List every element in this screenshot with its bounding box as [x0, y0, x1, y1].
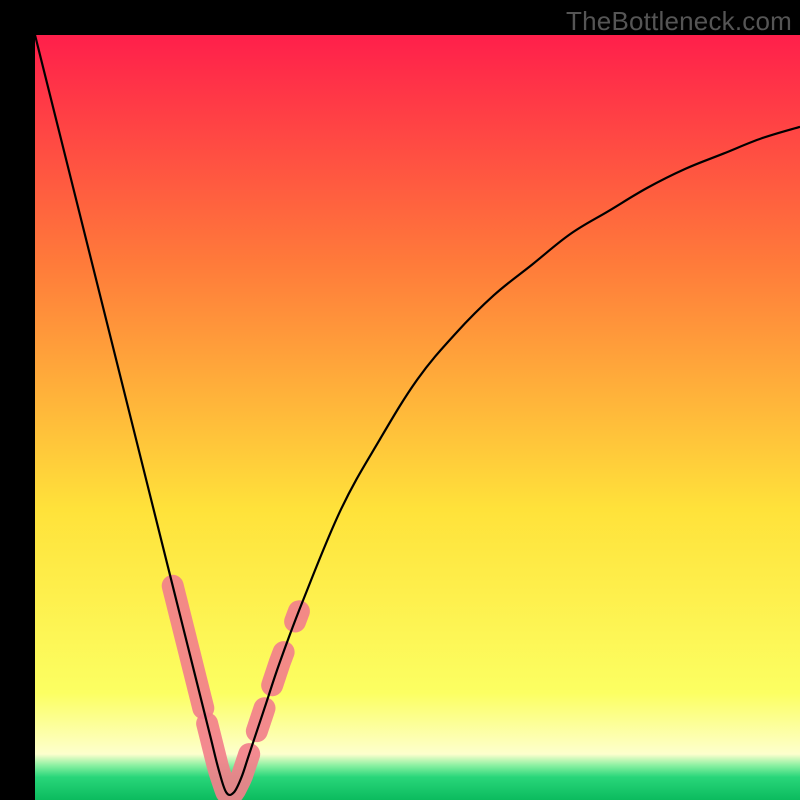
plot-area: [35, 35, 800, 800]
chart-svg: [35, 35, 800, 800]
watermark-text: TheBottleneck.com: [566, 6, 792, 37]
chart-container: TheBottleneck.com: [0, 0, 800, 800]
chart-background: [35, 35, 800, 800]
